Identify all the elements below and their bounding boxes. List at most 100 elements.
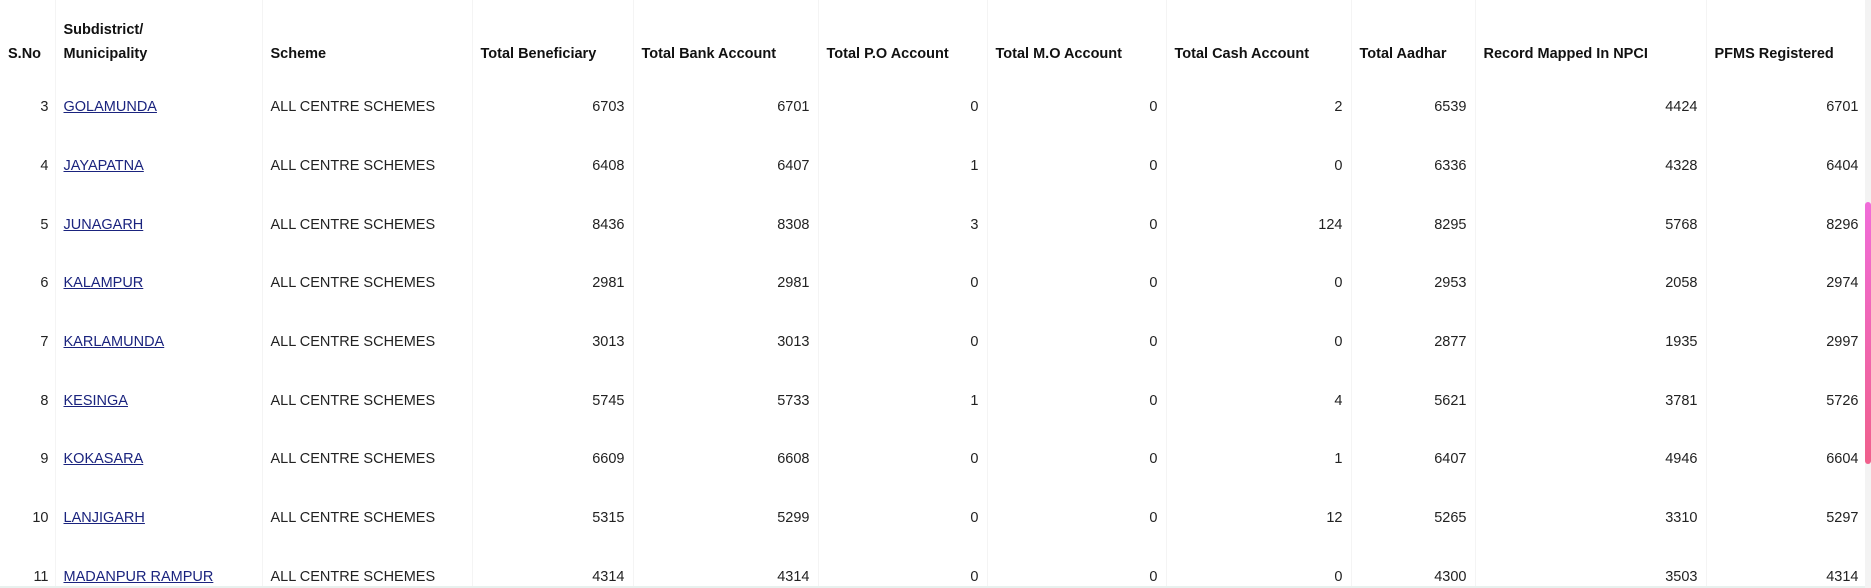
- cell-total-mo-account: 0: [987, 254, 1167, 313]
- cell-record-mapped-npci: 4424: [1475, 78, 1707, 137]
- cell-record-mapped-npci: 2058: [1475, 254, 1707, 313]
- cell-total-aadhar: 8295: [1351, 195, 1476, 255]
- subdistrict-link[interactable]: JAYAPATNA: [64, 158, 144, 174]
- cell-record-mapped-npci: 4946: [1475, 430, 1707, 489]
- cell-total-mo-account: 0: [987, 195, 1167, 255]
- cell-total-cash-account: 4: [1166, 371, 1352, 431]
- cell-scheme: ALL CENTRE SCHEMES: [262, 195, 473, 255]
- cell-scheme: ALL CENTRE SCHEMES: [262, 430, 473, 489]
- cell-scheme: ALL CENTRE SCHEMES: [262, 547, 473, 588]
- cell-total-bank-account: 5733: [633, 371, 819, 431]
- table-row: 9 KOKASARA ALL CENTRE SCHEMES 6609 6608 …: [0, 430, 1868, 489]
- table-row: 3 GOLAMUNDA ALL CENTRE SCHEMES 6703 6701…: [0, 78, 1868, 137]
- cell-total-mo-account: 0: [987, 430, 1167, 489]
- cell-total-cash-account: 1: [1166, 430, 1352, 489]
- cell-subdistrict: JAYAPATNA: [55, 136, 263, 196]
- cell-sno: 10: [0, 488, 56, 548]
- cell-total-beneficiary: 6408: [472, 136, 634, 196]
- cell-total-cash-account: 124: [1166, 195, 1352, 255]
- cell-sno: 9: [0, 430, 56, 489]
- cell-total-cash-account: 0: [1166, 136, 1352, 196]
- cell-total-beneficiary: 4314: [472, 547, 634, 588]
- subdistrict-link[interactable]: LANJIGARH: [64, 510, 145, 526]
- header-pfms-registered: PFMS Registered: [1706, 0, 1868, 78]
- vertical-scrollbar[interactable]: [1865, 0, 1871, 588]
- cell-record-mapped-npci: 3310: [1475, 488, 1707, 548]
- cell-record-mapped-npci: 3781: [1475, 371, 1707, 431]
- subdistrict-link[interactable]: KESINGA: [64, 393, 128, 409]
- header-sno: S.No: [0, 0, 56, 78]
- cell-subdistrict: KESINGA: [55, 371, 263, 431]
- cell-total-cash-account: 0: [1166, 312, 1352, 372]
- cell-total-aadhar: 2877: [1351, 312, 1476, 372]
- cell-total-beneficiary: 8436: [472, 195, 634, 255]
- table-row: 6 KALAMPUR ALL CENTRE SCHEMES 2981 2981 …: [0, 254, 1868, 313]
- cell-pfms-registered: 5726: [1706, 371, 1868, 431]
- subdistrict-link[interactable]: KALAMPUR: [64, 275, 144, 291]
- cell-total-po-account: 0: [818, 547, 988, 588]
- cell-sno: 6: [0, 254, 56, 313]
- cell-record-mapped-npci: 1935: [1475, 312, 1707, 372]
- subdistrict-link[interactable]: MADANPUR RAMPUR: [64, 569, 214, 585]
- header-total-mo-account: Total M.O Account: [987, 0, 1167, 78]
- cell-subdistrict: KALAMPUR: [55, 254, 263, 313]
- cell-pfms-registered: 8296: [1706, 195, 1868, 255]
- cell-total-bank-account: 8308: [633, 195, 819, 255]
- cell-total-bank-account: 2981: [633, 254, 819, 313]
- cell-sno: 3: [0, 78, 56, 137]
- subdistrict-link[interactable]: JUNAGARH: [64, 217, 144, 233]
- cell-pfms-registered: 2974: [1706, 254, 1868, 313]
- cell-total-beneficiary: 6609: [472, 430, 634, 489]
- cell-total-mo-account: 0: [987, 371, 1167, 431]
- cell-total-mo-account: 0: [987, 136, 1167, 196]
- cell-pfms-registered: 6701: [1706, 78, 1868, 137]
- table-row: 4 JAYAPATNA ALL CENTRE SCHEMES 6408 6407…: [0, 136, 1868, 196]
- header-total-bank-account: Total Bank Account: [633, 0, 819, 78]
- cell-total-mo-account: 0: [987, 78, 1167, 137]
- cell-total-aadhar: 5265: [1351, 488, 1476, 548]
- beneficiary-table: S.No Subdistrict/ Municipality Scheme To…: [0, 0, 1868, 588]
- cell-record-mapped-npci: 5768: [1475, 195, 1707, 255]
- cell-total-po-account: 1: [818, 136, 988, 196]
- subdistrict-link[interactable]: GOLAMUNDA: [64, 99, 157, 115]
- cell-total-bank-account: 6608: [633, 430, 819, 489]
- header-total-cash-account: Total Cash Account: [1166, 0, 1352, 78]
- cell-total-beneficiary: 3013: [472, 312, 634, 372]
- subdistrict-link[interactable]: KARLAMUNDA: [64, 334, 165, 350]
- cell-total-cash-account: 0: [1166, 254, 1352, 313]
- cell-record-mapped-npci: 3503: [1475, 547, 1707, 588]
- cell-total-cash-account: 0: [1166, 547, 1352, 588]
- table-header-row: S.No Subdistrict/ Municipality Scheme To…: [0, 0, 1868, 78]
- scrollbar-thumb[interactable]: [1865, 202, 1871, 464]
- header-subdistrict-line2: Municipality: [63, 46, 148, 62]
- cell-pfms-registered: 6404: [1706, 136, 1868, 196]
- header-record-mapped-npci: Record Mapped In NPCI: [1475, 0, 1707, 78]
- table-row: 10 LANJIGARH ALL CENTRE SCHEMES 5315 529…: [0, 488, 1868, 548]
- cell-total-bank-account: 4314: [633, 547, 819, 588]
- cell-sno: 11: [0, 547, 56, 588]
- cell-scheme: ALL CENTRE SCHEMES: [262, 371, 473, 431]
- cell-total-po-account: 0: [818, 488, 988, 548]
- table-row: 11 MADANPUR RAMPUR ALL CENTRE SCHEMES 43…: [0, 547, 1868, 588]
- cell-total-cash-account: 2: [1166, 78, 1352, 137]
- table-row: 8 KESINGA ALL CENTRE SCHEMES 5745 5733 1…: [0, 371, 1868, 431]
- cell-sno: 5: [0, 195, 56, 255]
- subdistrict-link[interactable]: KOKASARA: [64, 451, 144, 467]
- cell-total-mo-account: 0: [987, 312, 1167, 372]
- cell-total-mo-account: 0: [987, 547, 1167, 588]
- cell-total-po-account: 1: [818, 371, 988, 431]
- cell-pfms-registered: 6604: [1706, 430, 1868, 489]
- cell-total-beneficiary: 5745: [472, 371, 634, 431]
- cell-total-beneficiary: 2981: [472, 254, 634, 313]
- cell-scheme: ALL CENTRE SCHEMES: [262, 312, 473, 372]
- cell-total-po-account: 3: [818, 195, 988, 255]
- cell-record-mapped-npci: 4328: [1475, 136, 1707, 196]
- cell-pfms-registered: 2997: [1706, 312, 1868, 372]
- cell-total-bank-account: 5299: [633, 488, 819, 548]
- cell-total-bank-account: 6407: [633, 136, 819, 196]
- header-scheme: Scheme: [262, 0, 473, 78]
- cell-sno: 4: [0, 136, 56, 196]
- table-row: 7 KARLAMUNDA ALL CENTRE SCHEMES 3013 301…: [0, 312, 1868, 372]
- cell-scheme: ALL CENTRE SCHEMES: [262, 136, 473, 196]
- cell-sno: 7: [0, 312, 56, 372]
